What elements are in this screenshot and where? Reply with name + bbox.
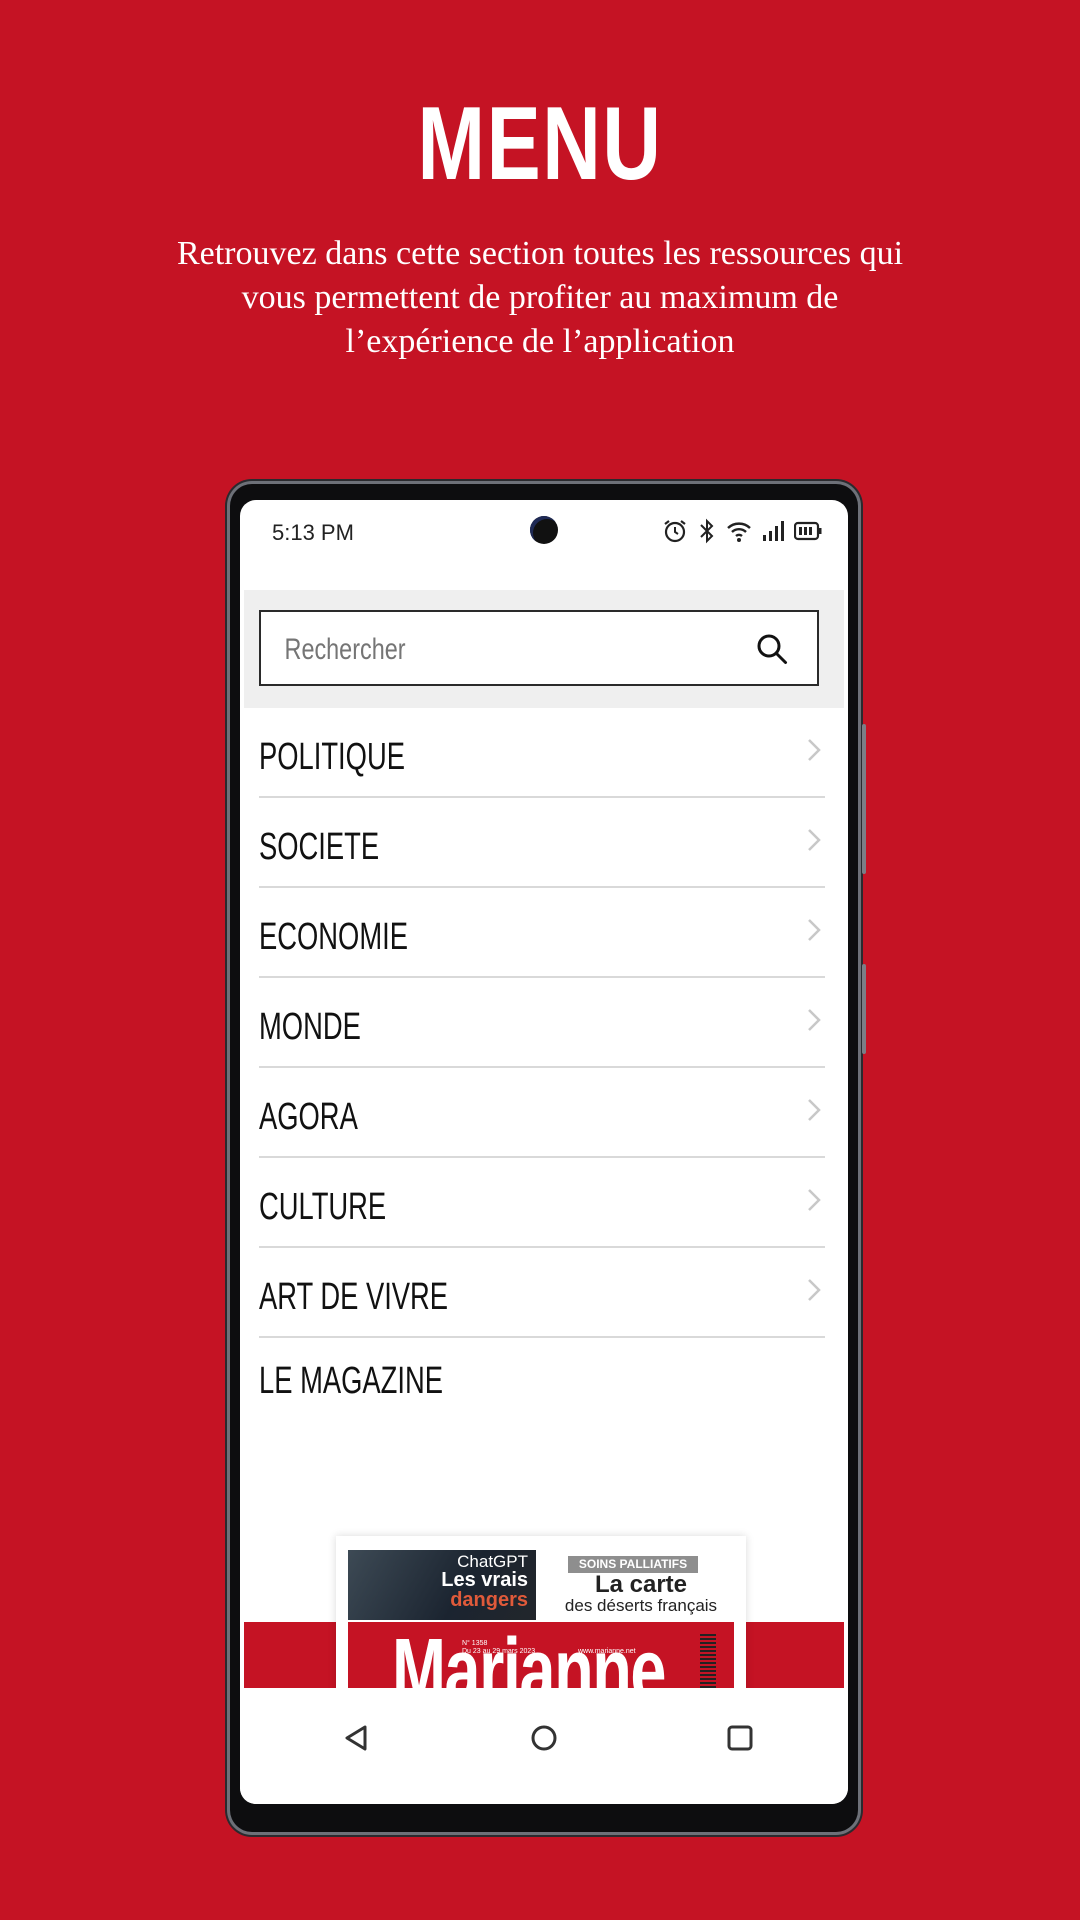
menu-item-societe[interactable]: SOCIETE xyxy=(259,798,825,888)
home-icon xyxy=(531,1725,557,1751)
chevron-right-icon xyxy=(808,1009,821,1031)
cover-website: www.marianne.net xyxy=(578,1648,636,1655)
chevron-right-icon xyxy=(808,739,821,761)
page-title: MENU xyxy=(417,86,663,202)
cover-teaser-title: La carte xyxy=(594,1571,688,1598)
menu-list: POLITIQUE SOCIETE ECONOMIE MONDE AGORA C… xyxy=(259,708,825,1428)
cover-issue-info: N° 1358 Du 23 au 29 mars 2023 xyxy=(462,1640,535,1656)
chevron-right-icon xyxy=(808,829,821,851)
menu-item-label: POLITIQUE xyxy=(259,736,405,778)
cover-issue-number: N° 1358 xyxy=(462,1640,488,1647)
cover-issue-dates: Du 23 au 29 mars 2023 xyxy=(462,1648,536,1655)
cover-teaser-text: dangers xyxy=(450,1589,528,1611)
search-icon[interactable] xyxy=(755,632,789,666)
menu-item-culture[interactable]: CULTURE xyxy=(259,1158,825,1248)
bluetooth-icon xyxy=(698,518,716,550)
back-button[interactable] xyxy=(336,1718,376,1758)
search-box[interactable] xyxy=(259,610,819,686)
status-time: 5:13 PM xyxy=(272,520,354,545)
page-subtitle: Retrouvez dans cette section toutes les … xyxy=(176,235,904,360)
menu-item-agora[interactable]: AGORA xyxy=(259,1068,825,1158)
cover-teaser-image: ChatGPT Les vrais dangers xyxy=(348,1550,536,1620)
search-section xyxy=(244,590,844,708)
cover-teaser-subtitle: des déserts français xyxy=(564,1596,718,1615)
menu-item-label: ECONOMIE xyxy=(259,916,408,958)
recents-button[interactable] xyxy=(720,1718,760,1758)
menu-item-art-de-vivre[interactable]: ART DE VIVRE xyxy=(259,1248,825,1338)
menu-item-politique[interactable]: POLITIQUE xyxy=(259,708,825,798)
front-camera xyxy=(530,516,558,544)
alarm-icon xyxy=(662,518,688,550)
back-icon xyxy=(345,1725,367,1751)
volume-button xyxy=(862,724,866,874)
chevron-right-icon xyxy=(808,919,821,941)
android-nav-bar xyxy=(240,1688,848,1804)
search-input[interactable] xyxy=(283,628,630,672)
battery-icon xyxy=(793,521,822,547)
wifi-icon xyxy=(726,519,752,549)
phone-screen: 5:13 PM Rechercher POLITIQUE SOCIETE ECO… xyxy=(240,500,848,1804)
menu-item-label: CULTURE xyxy=(259,1186,387,1228)
chevron-right-icon xyxy=(808,1189,821,1211)
menu-item-le-magazine[interactable]: LE MAGAZINE xyxy=(259,1338,825,1428)
menu-item-label: MONDE xyxy=(259,1006,361,1048)
menu-item-label: ART DE VIVRE xyxy=(259,1276,449,1318)
phone-frame: 5:13 PM Rechercher POLITIQUE SOCIETE ECO… xyxy=(230,484,866,1832)
cover-teaser-text: Les vrais xyxy=(441,1569,528,1591)
chevron-right-icon xyxy=(808,1099,821,1121)
home-button[interactable] xyxy=(524,1718,564,1758)
menu-item-label: LE MAGAZINE xyxy=(259,1360,443,1402)
recents-icon xyxy=(727,1725,753,1751)
menu-item-label: SOCIETE xyxy=(259,826,380,868)
power-button xyxy=(862,964,866,1054)
chevron-right-icon xyxy=(808,1279,821,1301)
menu-item-economie[interactable]: ECONOMIE xyxy=(259,888,825,978)
signal-icon xyxy=(762,520,784,548)
menu-item-label: AGORA xyxy=(259,1096,358,1138)
status-bar: 5:13 PM xyxy=(240,500,848,562)
menu-item-monde[interactable]: MONDE xyxy=(259,978,825,1068)
